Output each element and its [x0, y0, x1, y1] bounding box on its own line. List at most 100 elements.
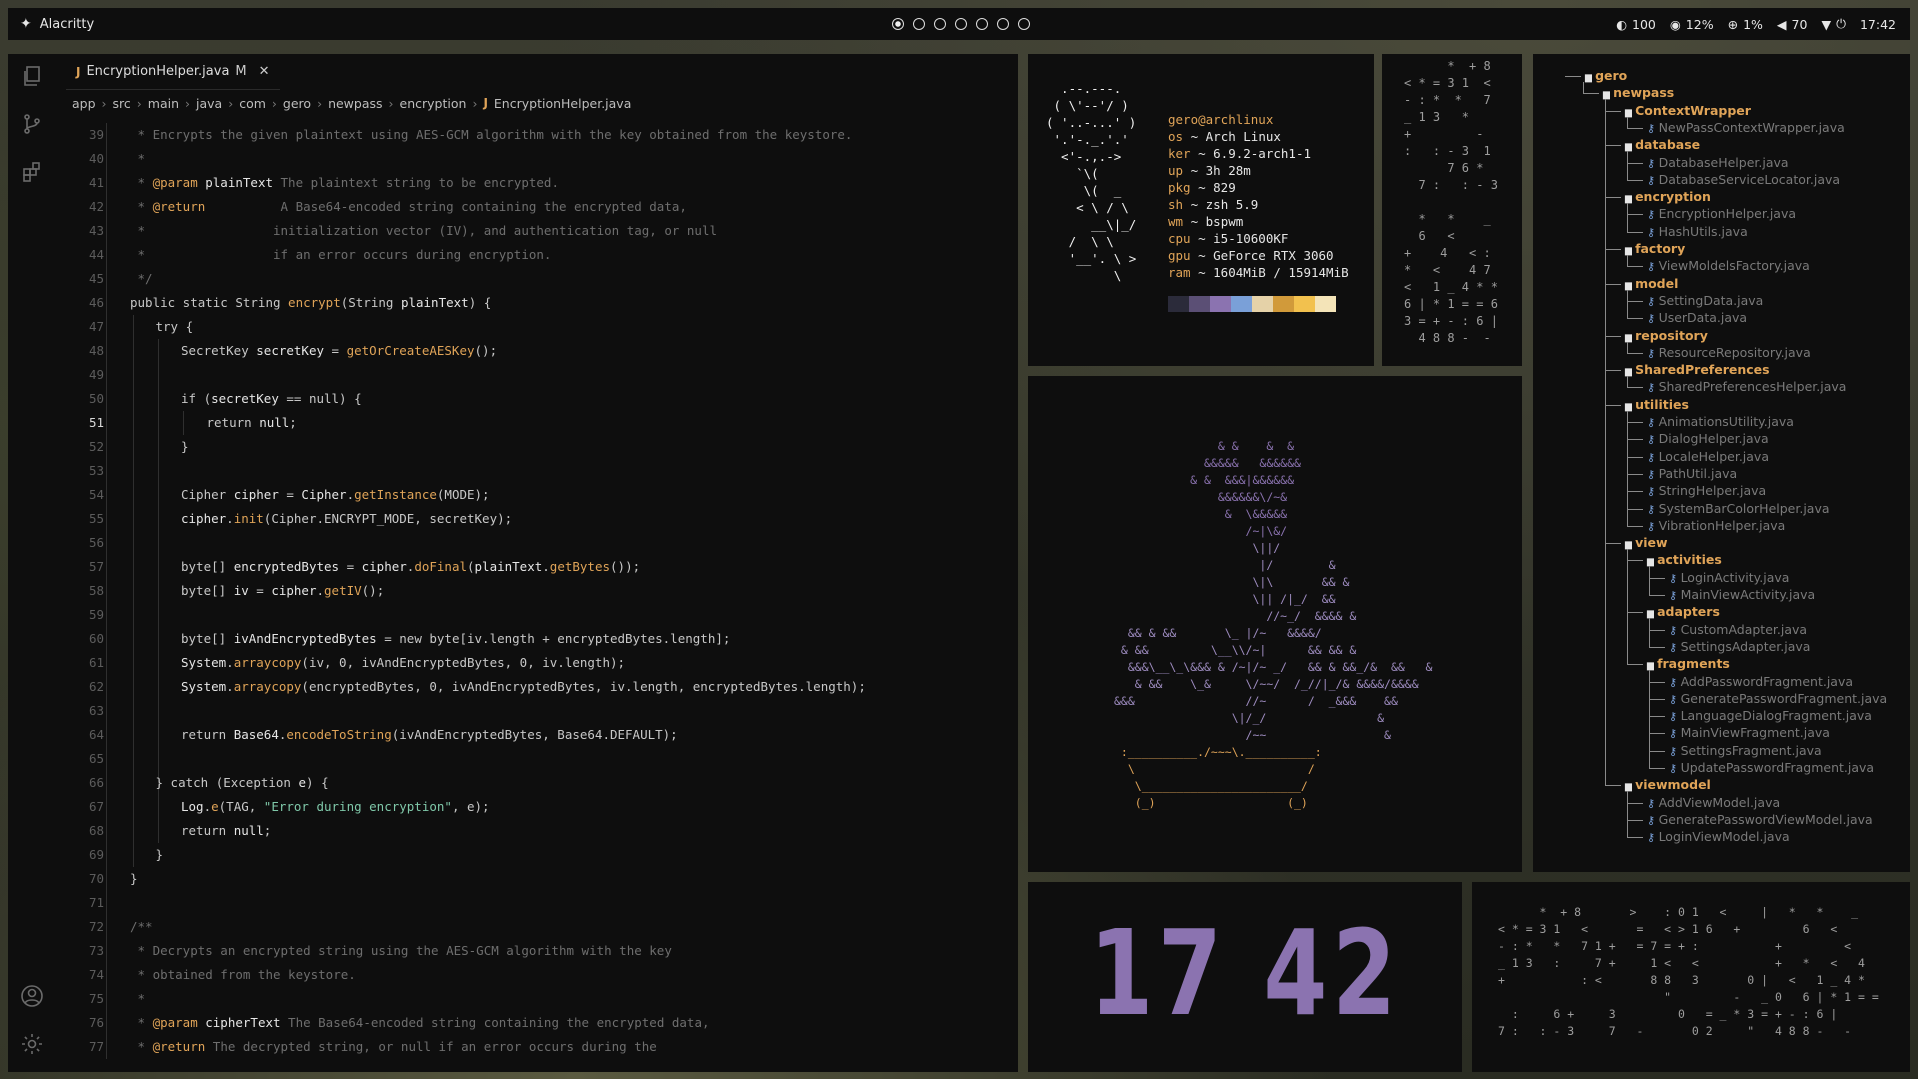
wifi-power-indicator[interactable]: ▼ ⏻ [1821, 16, 1846, 32]
palette-swatch [1168, 296, 1189, 312]
breadcrumb-item[interactable]: EncryptionHelper.java [494, 96, 631, 111]
tree-file[interactable]: ⚷ SystemBarColorHelper.java [1647, 500, 1830, 517]
account-icon[interactable] [20, 984, 44, 1008]
info-key: ram [1168, 265, 1191, 280]
workspace-dot-2[interactable] [913, 18, 925, 30]
tree-file[interactable]: ⚷ SharedPreferencesHelper.java [1647, 378, 1846, 395]
code-line: 76 * @param cipherText The Base64-encode… [56, 1011, 1018, 1035]
tree-file[interactable]: ⚷ AddPasswordFragment.java [1669, 673, 1853, 690]
tree-file[interactable]: ⚷ VibrationHelper.java [1647, 517, 1785, 534]
info-value: bspwm [1205, 214, 1244, 229]
tree-file[interactable]: ⚷ DatabaseHelper.java [1647, 154, 1789, 171]
code-line: 52} [56, 435, 1018, 459]
tree-item-label: encryption [1635, 189, 1711, 205]
tree-folder[interactable]: ▆ view [1625, 534, 1668, 551]
tree-file[interactable]: ⚷ ViewMoldelsFactory.java [1647, 257, 1810, 274]
code-token: SecretKey [181, 343, 257, 358]
tree-connector [1627, 473, 1643, 475]
tree-file[interactable]: ⚷ UpdatePasswordFragment.java [1669, 759, 1874, 776]
tree-connector [1627, 289, 1628, 319]
tree-file[interactable]: ⚷ GeneratePasswordFragment.java [1669, 690, 1887, 707]
tree-folder[interactable]: ▆ model [1625, 275, 1678, 292]
close-tab-icon[interactable]: ✕ [259, 64, 270, 79]
tree-item-label: ContextWrapper [1635, 102, 1751, 118]
tree-file[interactable]: ⚷ AnimationsUtility.java [1647, 413, 1794, 430]
code-token: if ( [181, 391, 212, 406]
settings-gear-icon[interactable] [20, 1032, 44, 1056]
tree-file[interactable]: ⚷ NewPassContextWrapper.java [1647, 119, 1845, 136]
tree-file[interactable]: ⚷ CustomAdapter.java [1669, 621, 1807, 638]
tree-folder[interactable]: ▆ repository [1625, 327, 1708, 344]
breadcrumb-item[interactable]: main [148, 96, 179, 111]
tree-file[interactable]: ⚷ LoginViewModel.java [1647, 828, 1790, 845]
palette-swatch [1315, 296, 1336, 312]
tree-file[interactable]: ⚷ MainViewActivity.java [1669, 586, 1815, 603]
tree-folder[interactable]: ▆ gero [1585, 67, 1627, 84]
extensions-icon[interactable] [20, 160, 44, 184]
tree-file[interactable]: ⚷ LocaleHelper.java [1647, 448, 1769, 465]
tree-file[interactable]: ⚷ StringHelper.java [1647, 482, 1766, 499]
source-control-icon[interactable] [20, 112, 44, 136]
tree-file[interactable]: ⚷ DialogHelper.java [1647, 430, 1769, 447]
tree-folder[interactable]: ▆ factory [1625, 240, 1685, 257]
tree-folder[interactable]: ▆ adapters [1647, 603, 1720, 620]
tree-file[interactable]: ⚷ PathUtil.java [1647, 465, 1737, 482]
breadcrumb-item[interactable]: com [239, 96, 266, 111]
tree-folder[interactable]: ▆ viewmodel [1625, 776, 1711, 793]
workspace-dot-5[interactable] [976, 18, 988, 30]
workspace-dot-6[interactable] [997, 18, 1009, 30]
tree-file[interactable]: ⚷ UserData.java [1647, 309, 1747, 326]
explorer-icon[interactable] [20, 64, 44, 88]
breadcrumb-item[interactable]: src [113, 96, 131, 111]
brightness-indicator[interactable]: ◐ 100 [1616, 17, 1656, 32]
tree-folder[interactable]: ▆ encryption [1625, 188, 1711, 205]
editor-tabs: J EncryptionHelper.java M ✕ [56, 54, 1018, 90]
tree-file[interactable]: ⚷ HashUtils.java [1647, 223, 1748, 240]
code-token: encrypt [288, 295, 341, 310]
breadcrumb-item[interactable]: encryption [400, 96, 467, 111]
tree-folder[interactable]: ▆ ContextWrapper [1625, 102, 1751, 119]
tree-connector [1627, 491, 1643, 493]
breadcrumb-item[interactable]: gero [283, 96, 311, 111]
code-token: iv [233, 583, 249, 598]
tree-file[interactable]: ⚷ AddViewModel.java [1647, 794, 1780, 811]
bspwm-star-icon[interactable]: ✦ [20, 16, 32, 32]
tree-folder[interactable]: ▆ fragments [1647, 655, 1730, 672]
code-area[interactable]: 39 * Encrypts the given plaintext using … [56, 123, 1018, 1059]
workspace-dot-1[interactable] [892, 18, 904, 30]
info-value: 1604MiB / 15914MiB [1213, 265, 1349, 280]
tree-folder[interactable]: ▆ utilities [1625, 396, 1689, 413]
workspace-dot-4[interactable] [955, 18, 967, 30]
tree-file[interactable]: ⚷ DatabaseServiceLocator.java [1647, 171, 1840, 188]
file-icon: ⚷ [1647, 381, 1659, 395]
code-token: byte[] [181, 559, 234, 574]
breadcrumb-item[interactable]: newpass [328, 96, 382, 111]
network-indicator[interactable]: ⊕ 1% [1728, 17, 1763, 32]
code-text: Log.e(TAG, "Error during encryption", e)… [181, 795, 490, 819]
tree-folder[interactable]: ▆ newpass [1603, 84, 1674, 101]
tree-file[interactable]: ⚷ LoginActivity.java [1669, 569, 1789, 586]
tree-file[interactable]: ⚷ SettingsFragment.java [1669, 742, 1822, 759]
breadcrumb-item[interactable]: java [196, 96, 222, 111]
tree-file[interactable]: ⚷ ResourceRepository.java [1647, 344, 1811, 361]
line-number: 70 [88, 871, 104, 886]
tab-encryption-helper[interactable]: J EncryptionHelper.java M ✕ [66, 54, 280, 90]
palette-swatch [1189, 296, 1210, 312]
tree-file[interactable]: ⚷ LanguageDialogFragment.java [1669, 707, 1872, 724]
code-token: getOrCreateAESKey [346, 343, 475, 358]
code-line: 49 [56, 363, 1018, 387]
tree-file[interactable]: ⚷ GeneratePasswordViewModel.java [1647, 811, 1873, 828]
tree-folder[interactable]: ▆ database [1625, 136, 1700, 153]
tree-file[interactable]: ⚷ SettingsAdapter.java [1669, 638, 1810, 655]
breadcrumb-item[interactable]: app [72, 96, 96, 111]
tree-file[interactable]: ⚷ MainViewFragment.java [1669, 724, 1830, 741]
tree-file[interactable]: ⚷ EncryptionHelper.java [1647, 205, 1796, 222]
tree-file[interactable]: ⚷ SettingData.java [1647, 292, 1763, 309]
workspace-dot-3[interactable] [934, 18, 946, 30]
workspace-dot-7[interactable] [1018, 18, 1030, 30]
tree-folder[interactable]: ▆ activities [1647, 551, 1722, 568]
tree-folder[interactable]: ▆ SharedPreferences [1625, 361, 1770, 378]
volume-indicator[interactable]: ◀ 70 [1777, 17, 1808, 32]
cpu-indicator[interactable]: ◉ 12% [1670, 17, 1714, 32]
file-icon: ⚷ [1647, 831, 1659, 845]
